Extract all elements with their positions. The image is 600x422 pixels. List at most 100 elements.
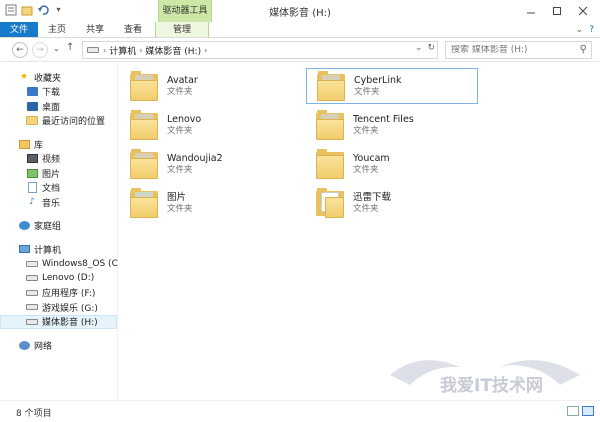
status-bar: 8 个项目: [0, 400, 600, 422]
folder-type: 文件夹: [167, 125, 193, 136]
sidebar-item-label: 应用程序 (F:): [42, 289, 96, 300]
picture-icon: [26, 168, 38, 179]
tab-view[interactable]: 查看: [114, 22, 152, 37]
refresh-icon[interactable]: ↻: [427, 43, 435, 53]
folder-type: 文件夹: [353, 125, 379, 136]
window-title: 媒体影音 (H:): [269, 8, 331, 19]
sidebar-item-pictures[interactable]: 图片: [0, 166, 117, 181]
folder-tile[interactable]: Avatar 文件夹: [120, 68, 292, 104]
sidebar-item-documents[interactable]: 文档: [0, 181, 117, 196]
recent-locations-icon[interactable]: ⌄: [53, 44, 60, 53]
folder-tile[interactable]: Lenovo 文件夹: [120, 107, 292, 143]
forward-button[interactable]: →: [32, 42, 48, 58]
drive-icon: [26, 273, 38, 284]
address-dropdown-icon[interactable]: ⌄: [415, 43, 423, 53]
close-icon: [578, 6, 588, 16]
sidebar-item-videos[interactable]: 视频: [0, 152, 117, 167]
star-icon: ★: [19, 72, 29, 83]
sidebar-item-homegroup[interactable]: 家庭组: [0, 219, 117, 234]
undo-icon[interactable]: [36, 3, 49, 16]
details-view-icon[interactable]: [567, 406, 579, 416]
sidebar-item-libraries[interactable]: 库: [0, 137, 117, 152]
close-button[interactable]: [570, 2, 596, 20]
up-arrow-icon[interactable]: ↑: [66, 42, 74, 53]
quick-access-toolbar: ▾: [4, 3, 65, 16]
sidebar-item-label: Lenovo (D:): [42, 273, 95, 284]
title-bar: ▾ 驱动器工具 媒体影音 (H:): [0, 0, 600, 22]
breadcrumb-computer[interactable]: 计算机: [109, 44, 136, 57]
sidebar-item-label: 桌面: [42, 102, 61, 113]
sidebar-item-drive-h[interactable]: 媒体影音 (H:): [0, 314, 117, 329]
sidebar-item-label: 网络: [34, 341, 53, 352]
folder-icon: [317, 71, 345, 101]
folder-tile[interactable]: 迅雷下载 文件夹: [306, 185, 478, 221]
download-icon: [26, 86, 38, 97]
file-list: Avatar 文件夹 CyberLink 文件夹 Lenovo 文件夹 Tencent…: [118, 62, 600, 410]
folder-tile[interactable]: 图片 文件夹: [120, 185, 292, 221]
sidebar-item-drive-d[interactable]: Lenovo (D:): [0, 271, 117, 286]
breadcrumb-current-drive[interactable]: 媒体影音 (H:): [145, 44, 201, 57]
properties-icon[interactable]: [4, 3, 17, 16]
expand-ribbon-icon[interactable]: ⌄: [576, 25, 584, 35]
tab-share[interactable]: 共享: [76, 22, 114, 37]
sidebar-item-favorites[interactable]: ★ 收藏夹: [0, 70, 117, 85]
sidebar-item-downloads[interactable]: 下载: [0, 85, 117, 100]
folder-name: Tencent Files: [353, 113, 414, 125]
tab-manage[interactable]: 管理: [155, 22, 210, 37]
help-icon[interactable]: ?: [589, 25, 594, 35]
folder-icon: [130, 110, 158, 140]
folder-icon: [316, 110, 344, 140]
back-button[interactable]: ←: [12, 42, 28, 58]
recent-places-icon: [26, 115, 38, 126]
folder-icon: [130, 149, 158, 179]
forward-arrow-icon: →: [36, 45, 44, 55]
sidebar-item-drive-c[interactable]: Windows8_OS (C:): [0, 257, 124, 272]
homegroup-icon: [18, 220, 30, 231]
sidebar-item-label: 游戏娱乐 (G:): [42, 303, 98, 314]
maximize-button[interactable]: [544, 2, 570, 20]
search-box[interactable]: ⚲: [445, 41, 592, 59]
folder-tile[interactable]: Tencent Files 文件夹: [306, 107, 478, 143]
folder-type: 文件夹: [353, 203, 379, 214]
minimize-button[interactable]: [518, 2, 544, 20]
sidebar-item-desktop[interactable]: 桌面: [0, 99, 117, 114]
search-icon[interactable]: ⚲: [580, 44, 587, 55]
sidebar-item-drive-f[interactable]: 应用程序 (F:): [0, 286, 117, 301]
sidebar-item-label: 家庭组: [34, 222, 62, 233]
large-icons-view-icon[interactable]: [582, 406, 594, 416]
sidebar-item-music[interactable]: ♪ 音乐: [0, 195, 117, 210]
folder-type: 文件夹: [167, 86, 193, 97]
drive-icon: [87, 47, 99, 53]
computer-icon: [18, 244, 30, 255]
drive-icon: [26, 316, 38, 327]
folder-tile[interactable]: Wandoujia2 文件夹: [120, 146, 292, 182]
navigation-bar: ← → ⌄ ↑ › 计算机 › 媒体影音 (H:) › ⌄ ↻ ⚲: [0, 38, 600, 62]
sidebar-item-computer[interactable]: 计算机: [0, 242, 117, 257]
folder-icon: [130, 71, 158, 101]
context-tab-group-header: 驱动器工具: [158, 0, 212, 22]
sidebar-item-network[interactable]: 网络: [0, 338, 117, 353]
tab-file[interactable]: 文件: [0, 22, 39, 37]
breadcrumb-separator-icon[interactable]: ›: [103, 46, 106, 55]
new-folder-icon[interactable]: [20, 3, 33, 16]
address-bar[interactable]: › 计算机 › 媒体影音 (H:) › ⌄ ↻: [82, 41, 438, 59]
sidebar-item-label: 媒体影音 (H:): [42, 318, 98, 329]
folder-tile[interactable]: Youcam 文件夹: [306, 146, 478, 182]
folder-icon: [130, 188, 158, 218]
folder-icon: [316, 149, 344, 179]
search-input[interactable]: [446, 45, 571, 55]
customize-icon[interactable]: ▾: [52, 3, 65, 16]
folder-name: 图片: [167, 191, 187, 203]
folder-tile[interactable]: CyberLink 文件夹: [306, 68, 478, 104]
breadcrumb-separator-icon[interactable]: ›: [204, 46, 207, 55]
sidebar-item-drive-g[interactable]: 游戏娱乐 (G:): [0, 300, 117, 315]
drive-icon: [26, 258, 38, 269]
sidebar-item-label: 计算机: [34, 245, 62, 256]
sidebar-item-recent-places[interactable]: 最近访问的位置: [0, 114, 117, 129]
sidebar-item-label: 库: [34, 140, 44, 151]
tab-home[interactable]: 主页: [38, 22, 76, 37]
sidebar-item-label: 收藏夹: [34, 73, 62, 84]
window-controls: [518, 2, 596, 20]
breadcrumb-separator-icon[interactable]: ›: [139, 46, 142, 55]
folder-name: Lenovo: [167, 113, 202, 125]
